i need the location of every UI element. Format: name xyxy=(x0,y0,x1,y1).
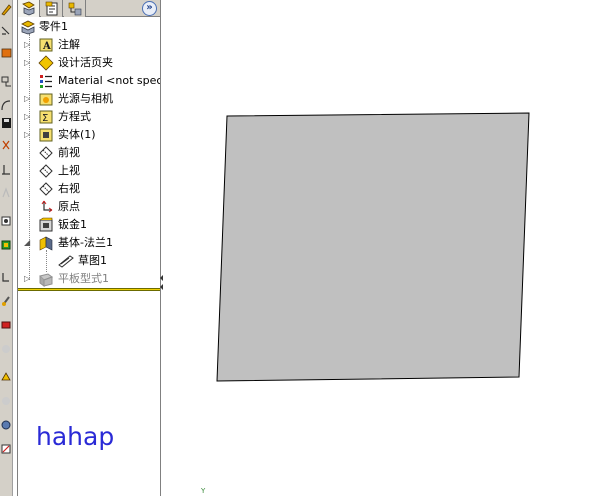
expand-arrow-icon[interactable]: ▷ xyxy=(24,131,32,139)
feature-manager-icon xyxy=(22,1,35,16)
tree-item-annotations[interactable]: ▷ A 注解 xyxy=(18,36,160,54)
collapse-arrow-icon[interactable]: ◢ xyxy=(24,239,32,247)
svg-text:Σ: Σ xyxy=(42,113,48,124)
trim-tool-icon[interactable] xyxy=(0,138,12,152)
property-manager-tab[interactable] xyxy=(41,0,63,17)
tree-item-label: 设计活页夹 xyxy=(58,56,113,69)
panel-expand-button[interactable]: » xyxy=(142,1,157,16)
configuration-manager-icon xyxy=(68,2,82,16)
tree-item-front-plane[interactable]: 前视 xyxy=(18,144,160,162)
repair-tool-icon[interactable] xyxy=(0,294,12,308)
save-tool-icon[interactable] xyxy=(0,116,12,130)
tree-item-label: Material <not specified> xyxy=(58,74,160,87)
pattern-tool-icon[interactable] xyxy=(0,214,12,228)
disabled-tool-icon xyxy=(0,342,12,356)
tree-item-label: 草图1 xyxy=(78,254,107,267)
material-icon xyxy=(38,73,54,89)
expand-arrow-icon[interactable]: ▷ xyxy=(24,113,32,121)
property-manager-icon xyxy=(45,1,58,16)
tree-item-label: 注解 xyxy=(58,38,80,51)
tree-item-part[interactable]: 零件1 xyxy=(18,18,160,36)
equations-icon: Σ xyxy=(38,109,54,125)
tree-item-origin[interactable]: 原点 xyxy=(18,198,160,216)
line-tool-icon[interactable] xyxy=(0,46,12,60)
tree-item-top-plane[interactable]: 上视 xyxy=(18,162,160,180)
shaded-sketch-icon[interactable] xyxy=(0,418,12,432)
rollback-bar[interactable] xyxy=(18,288,160,291)
flat-pattern-icon xyxy=(38,271,54,287)
plane-icon xyxy=(38,163,54,179)
sheet-metal-part-face[interactable] xyxy=(216,112,530,382)
tree-item-right-plane[interactable]: 右视 xyxy=(18,180,160,198)
tree-item-label: 基体-法兰1 xyxy=(58,236,113,249)
feature-tree: 零件1 ▷ A 注解 ▷ 设计活页夹 Material <not specifi… xyxy=(18,18,160,290)
plane-icon xyxy=(38,181,54,197)
feature-manager-tab[interactable] xyxy=(18,0,40,17)
viewport-canvas xyxy=(216,112,530,382)
offset-tool-icon xyxy=(0,186,12,200)
tree-item-design-binder[interactable]: ▷ 设计活页夹 xyxy=(18,54,160,72)
arc-tool-icon[interactable] xyxy=(0,98,12,112)
solid-bodies-icon xyxy=(38,127,54,143)
mirror-tool-icon[interactable] xyxy=(0,162,12,176)
lights-cameras-icon xyxy=(38,91,54,107)
configuration-manager-tab[interactable] xyxy=(64,0,86,17)
part-icon xyxy=(20,19,36,35)
tree-item-label: 方程式 xyxy=(58,110,91,123)
tree-item-base-flange[interactable]: ◢ 基体-法兰1 xyxy=(18,234,160,252)
tree-item-label: 零件1 xyxy=(39,20,68,33)
graphics-viewport[interactable] xyxy=(165,0,612,496)
quick-snaps-icon[interactable] xyxy=(0,318,12,332)
expand-arrow-icon[interactable]: ▷ xyxy=(24,41,32,49)
tree-item-label: 钣金1 xyxy=(58,218,87,231)
base-flange-icon xyxy=(38,235,54,251)
sketch-icon xyxy=(58,253,74,269)
svg-text:A: A xyxy=(42,41,51,52)
tree-item-lights-cameras[interactable]: ▷ 光源与相机 xyxy=(18,90,160,108)
tree-item-label: 光源与相机 xyxy=(58,92,113,105)
tree-item-label: 上视 xyxy=(58,164,80,177)
expand-arrow-icon[interactable]: ▷ xyxy=(24,95,32,103)
design-binder-icon xyxy=(38,55,54,71)
rapid-sketch-icon[interactable] xyxy=(0,442,12,456)
tree-item-label: 右视 xyxy=(58,182,80,195)
convert-entities-icon[interactable] xyxy=(0,238,12,252)
tree-item-material[interactable]: Material <not specified> xyxy=(18,72,160,90)
left-command-toolbar xyxy=(0,0,13,496)
disabled-tool-2-icon xyxy=(0,394,12,408)
triad-y-label: Y xyxy=(201,487,206,495)
origin-icon xyxy=(38,199,54,215)
tree-item-label: 原点 xyxy=(58,200,80,213)
rectangle-tool-icon[interactable] xyxy=(0,74,12,88)
watermark-text: hahap xyxy=(36,422,115,451)
sketch-tool-icon[interactable] xyxy=(0,2,12,16)
instant-2d-icon[interactable] xyxy=(0,370,12,384)
tree-item-label: 前视 xyxy=(58,146,80,159)
tree-item-equations[interactable]: ▷ Σ 方程式 xyxy=(18,108,160,126)
annotations-icon: A xyxy=(38,37,54,53)
smart-dimension-icon[interactable] xyxy=(0,24,12,38)
feature-manager-tab-strip: » xyxy=(18,0,160,17)
panel-splitter[interactable] xyxy=(160,0,164,496)
sheet-metal-icon xyxy=(38,217,54,233)
tree-item-label: 平板型式1 xyxy=(58,272,109,285)
expand-arrow-icon[interactable]: ▷ xyxy=(24,275,32,283)
tree-item-solid-bodies[interactable]: ▷ 实体(1) xyxy=(18,126,160,144)
tree-item-flat-pattern[interactable]: ▷ 平板型式1 xyxy=(18,270,160,288)
relations-tool-icon[interactable] xyxy=(0,270,12,284)
tree-item-label: 实体(1) xyxy=(58,128,96,141)
plane-icon xyxy=(38,145,54,161)
tree-item-sketch[interactable]: 草图1 xyxy=(18,252,160,270)
expand-arrow-icon[interactable]: ▷ xyxy=(24,59,32,67)
tree-item-sheet-metal[interactable]: 钣金1 xyxy=(18,216,160,234)
